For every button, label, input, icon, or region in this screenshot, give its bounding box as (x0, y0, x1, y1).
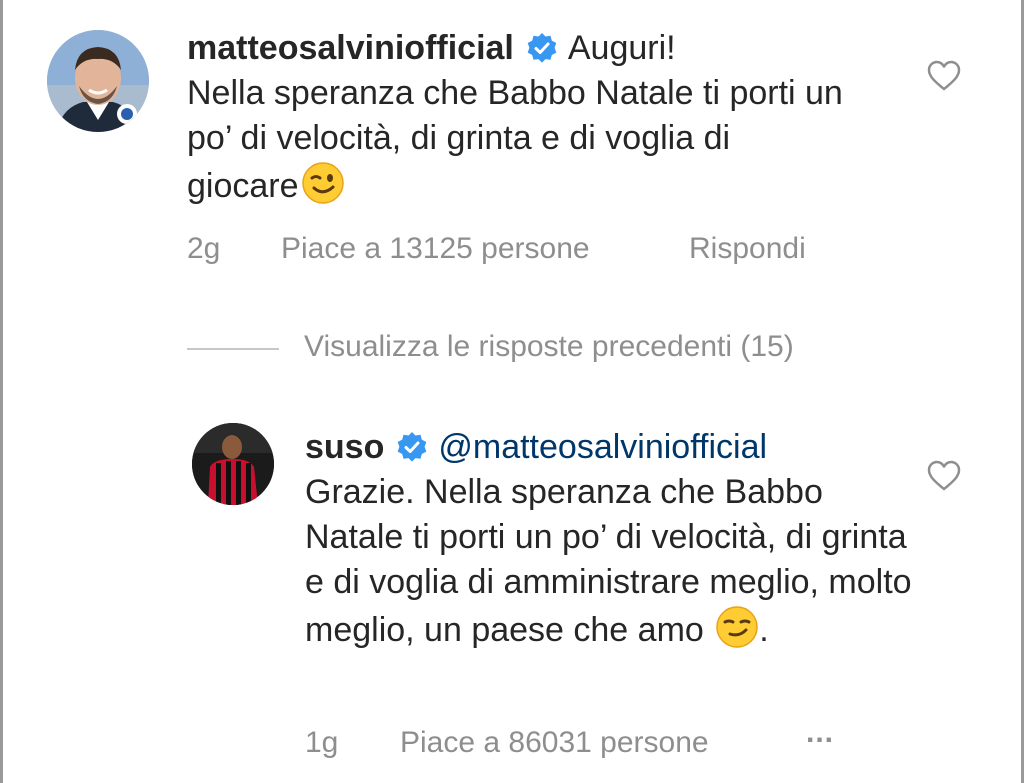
comment-likes[interactable]: Piace a 13125 persone (281, 232, 590, 266)
like-heart-icon[interactable] (927, 460, 961, 492)
reply-username[interactable]: suso (305, 428, 384, 466)
verified-badge-icon (398, 432, 427, 462)
reply-text-end: . (759, 611, 769, 649)
reply-timestamp: 1g (305, 726, 339, 759)
verified-badge-icon (527, 33, 557, 63)
comment-username[interactable]: matteosalviniofficial (187, 29, 514, 67)
view-previous-replies-link[interactable]: Visualizza le risposte precedenti (15) (304, 330, 794, 364)
comment-body: matteosalviniofficial Auguri! Nella sper… (187, 26, 847, 209)
more-options-button[interactable]: ... (806, 716, 834, 750)
comment-text: Nella speranza che Babbo Natale ti porti… (187, 74, 843, 205)
reply-body: suso @matteosalviniofficial Grazie. Nell… (305, 425, 925, 653)
avatar[interactable] (47, 30, 149, 132)
comment-timestamp: 2g (187, 232, 221, 265)
comment-greeting: Auguri! (567, 29, 676, 67)
replies-divider (187, 348, 279, 350)
reply-likes[interactable]: Piace a 86031 persone (400, 726, 709, 760)
smirking-face-icon (716, 606, 759, 648)
reply-button[interactable]: Rispondi (689, 232, 806, 266)
winking-face-icon (301, 162, 344, 204)
like-heart-icon[interactable] (927, 60, 961, 92)
reply-avatar[interactable] (192, 423, 274, 505)
mention-link[interactable]: @matteosalviniofficial (438, 428, 767, 466)
reply-text: Grazie. Nella speranza che Babbo Natale … (305, 473, 912, 649)
